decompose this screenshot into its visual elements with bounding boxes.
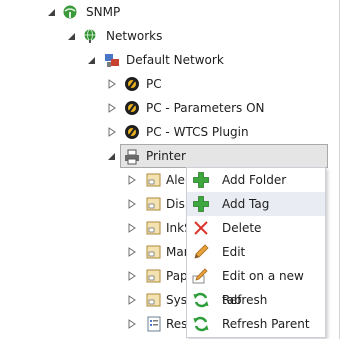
tree-node-inksupply[interactable]: InkSupply bbox=[0, 216, 186, 240]
tree-node-paper[interactable]: Paper bbox=[0, 264, 186, 288]
collapsed-arrow-icon[interactable] bbox=[126, 312, 138, 336]
device-pc-icon bbox=[124, 100, 140, 116]
collapsed-arrow-icon[interactable] bbox=[106, 72, 118, 96]
tree-node-label: Marker bbox=[166, 245, 186, 259]
expanded-arrow-icon[interactable] bbox=[86, 48, 98, 72]
tree-node-pc-wtcs-plugin[interactable]: PC - WTCS Plugin bbox=[0, 120, 339, 144]
collapsed-arrow-icon[interactable] bbox=[126, 216, 138, 240]
menu-item-label: Refresh bbox=[222, 293, 268, 307]
collapsed-arrow-icon[interactable] bbox=[126, 168, 138, 192]
menu-item-add-tag[interactable]: Add Tag bbox=[187, 192, 325, 216]
menu-item-label: Delete bbox=[222, 221, 262, 235]
tree-node-label: Resources bbox=[166, 317, 186, 331]
expanded-arrow-icon[interactable] bbox=[66, 24, 78, 48]
tree-node-marker[interactable]: Marker bbox=[0, 240, 186, 264]
menu-item-edit[interactable]: Edit bbox=[187, 240, 325, 264]
tree-node-label: Display bbox=[166, 197, 186, 211]
menu-item-label: Refresh Parent bbox=[222, 317, 310, 331]
tree-node-system[interactable]: System bbox=[0, 288, 186, 312]
tree-node-label: PC - Parameters ON bbox=[146, 101, 265, 115]
context-menu: Add Folder Add Tag Delete Edit Edit on a… bbox=[186, 167, 326, 338]
tree-node-networks[interactable]: Networks bbox=[0, 24, 339, 48]
printer-icon bbox=[124, 149, 140, 165]
tree-node-label: Default Network bbox=[126, 53, 224, 67]
tree-node-label: PC bbox=[146, 77, 162, 91]
collapsed-arrow-icon[interactable] bbox=[126, 288, 138, 312]
tree-node-pc[interactable]: PC bbox=[0, 72, 339, 96]
refresh-icon bbox=[192, 315, 210, 333]
menu-item-add-folder[interactable]: Add Folder bbox=[187, 168, 325, 192]
tree-node-label: Printer bbox=[146, 149, 186, 163]
tree-node-label: PC - WTCS Plugin bbox=[146, 125, 249, 139]
collapsed-arrow-icon[interactable] bbox=[126, 240, 138, 264]
folder-tag-icon bbox=[146, 268, 162, 284]
refresh-icon bbox=[192, 291, 210, 309]
folder-tag-icon bbox=[146, 292, 162, 308]
tree-node-pc-parameters-on[interactable]: PC - Parameters ON bbox=[0, 96, 339, 120]
menu-item-label: Add Tag bbox=[222, 197, 270, 211]
tree-node-label: InkSupply bbox=[166, 221, 186, 235]
tree-node-display[interactable]: Display bbox=[0, 192, 186, 216]
network-devices-icon bbox=[104, 52, 120, 68]
tree-node-resources[interactable]: Resources bbox=[0, 312, 186, 336]
tree-node-label: Alerts bbox=[166, 173, 186, 187]
menu-item-delete[interactable]: Delete bbox=[187, 216, 325, 240]
tree-node-label: System bbox=[166, 293, 186, 307]
tree-node-alerts[interactable]: Alerts bbox=[0, 168, 186, 192]
tree-node-label: Networks bbox=[106, 29, 163, 43]
vertical-scrollbar-edge bbox=[339, 0, 340, 339]
folder-tag-icon bbox=[146, 220, 162, 236]
folder-tag-icon bbox=[146, 172, 162, 188]
menu-item-label: Add Folder bbox=[222, 173, 287, 187]
menu-item-label: Edit bbox=[222, 245, 246, 259]
folder-tag-icon bbox=[146, 196, 162, 212]
menu-item-refresh[interactable]: Refresh bbox=[187, 288, 325, 312]
tree-node-default-network[interactable]: Default Network bbox=[0, 48, 339, 72]
collapsed-arrow-icon[interactable] bbox=[126, 264, 138, 288]
plus-icon bbox=[192, 171, 210, 189]
list-document-icon bbox=[146, 316, 162, 332]
menu-item-refresh-parent[interactable]: Refresh Parent bbox=[187, 312, 325, 336]
device-pc-icon bbox=[124, 124, 140, 140]
folder-tag-icon bbox=[146, 244, 162, 260]
plus-icon bbox=[192, 195, 210, 213]
collapsed-arrow-icon[interactable] bbox=[126, 192, 138, 216]
tree-node-printer[interactable]: Printer bbox=[120, 144, 328, 168]
collapsed-arrow-icon[interactable] bbox=[106, 96, 118, 120]
menu-item-edit-new-tab[interactable]: Edit on a new tab bbox=[187, 264, 325, 307]
device-pc-icon bbox=[124, 76, 140, 92]
delete-x-icon bbox=[192, 219, 210, 237]
snmp-icon bbox=[62, 4, 78, 20]
tree-node-label: SNMP bbox=[86, 5, 121, 19]
network-globe-icon bbox=[82, 28, 98, 44]
collapsed-arrow-icon[interactable] bbox=[106, 120, 118, 144]
tree-node-snmp[interactable]: SNMP bbox=[0, 0, 339, 24]
pencil-icon bbox=[192, 243, 210, 261]
edit-tab-icon bbox=[192, 267, 210, 285]
expanded-arrow-icon[interactable] bbox=[46, 0, 58, 24]
tree-node-label: Paper bbox=[166, 269, 186, 283]
expanded-arrow-icon[interactable] bbox=[106, 144, 118, 168]
